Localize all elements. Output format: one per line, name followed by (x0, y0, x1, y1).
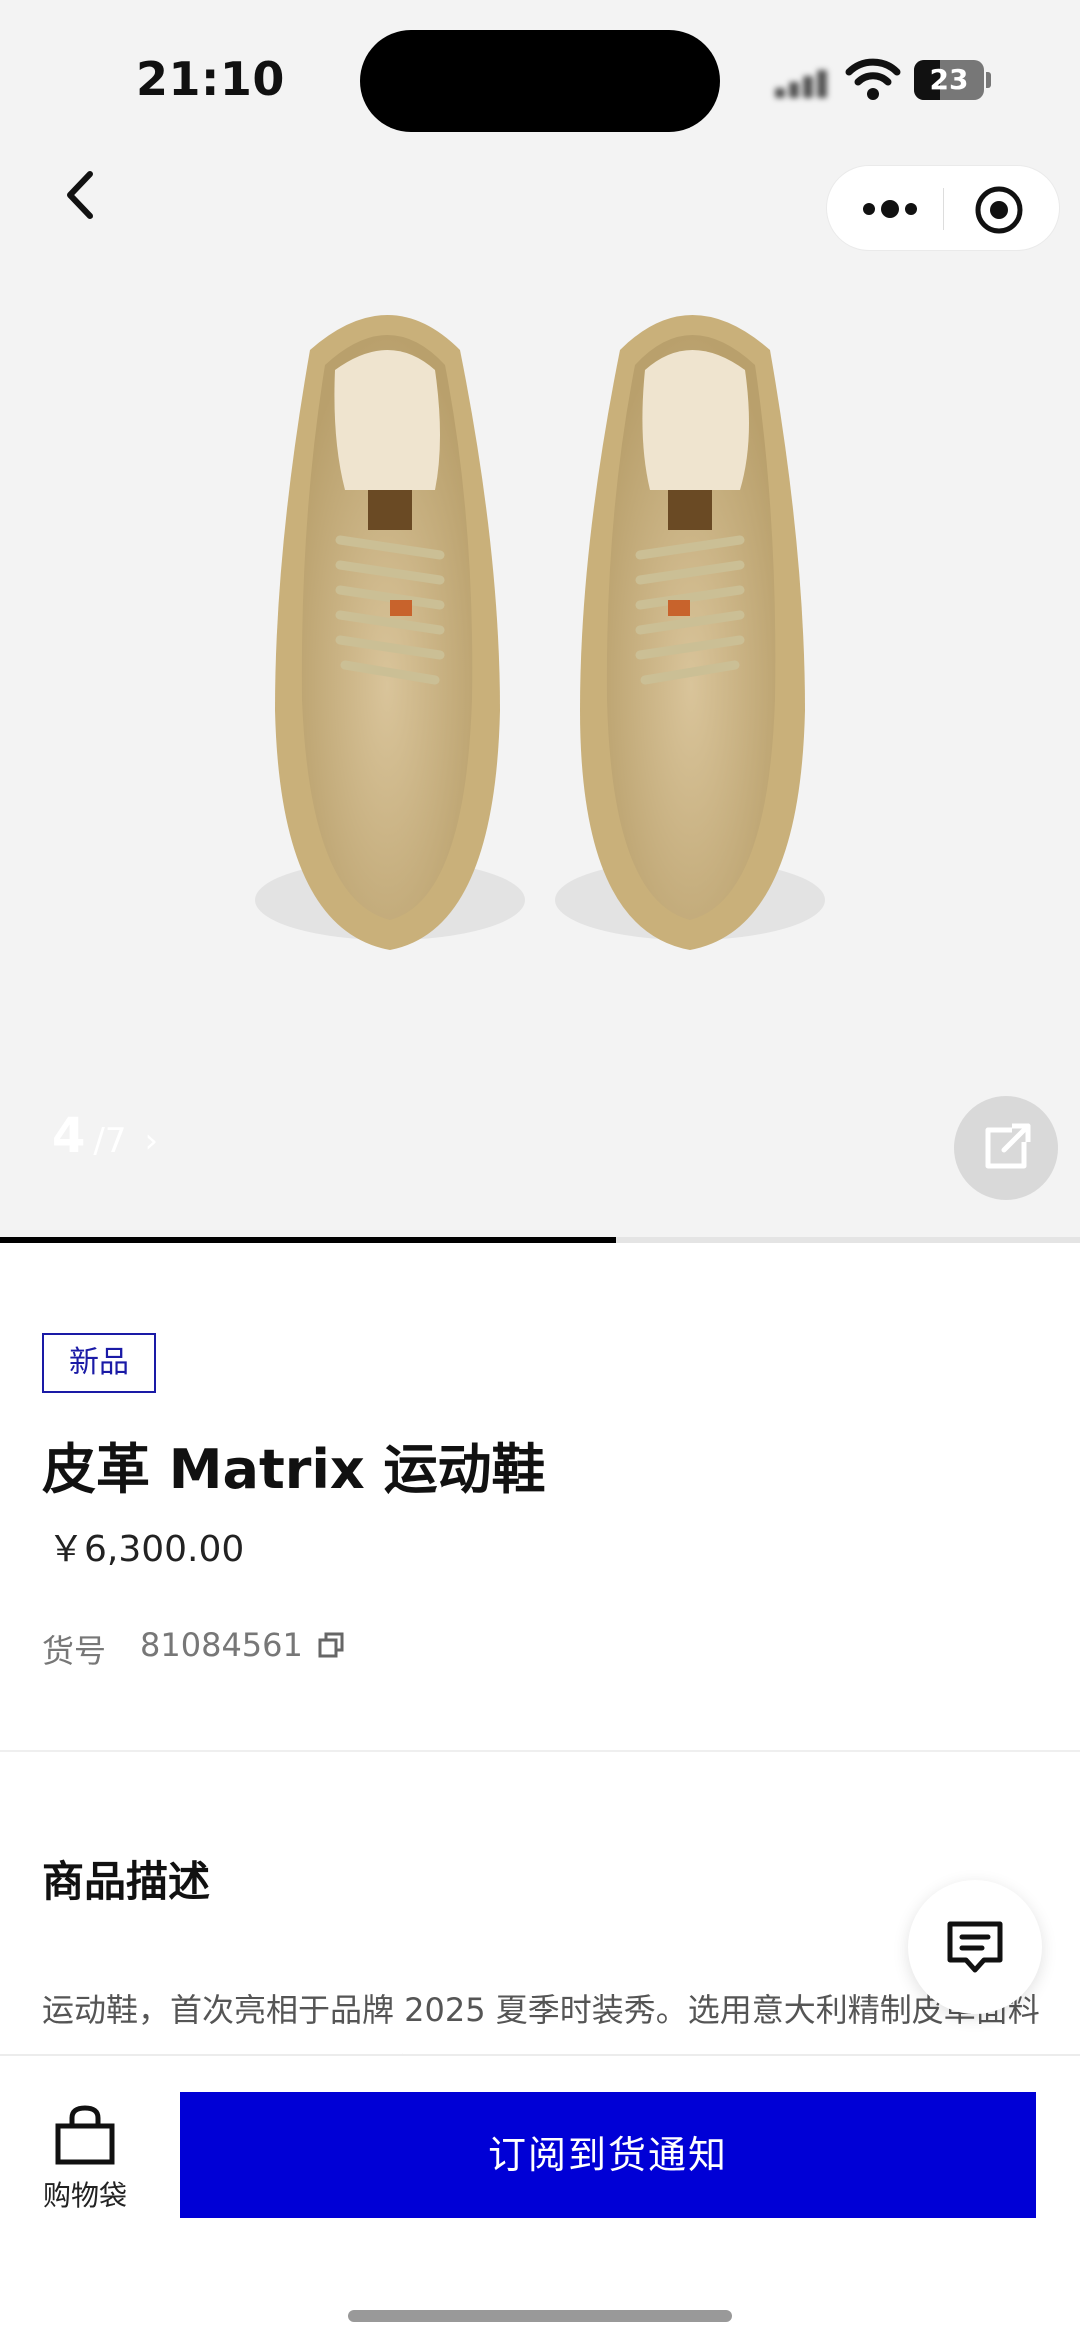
more-icon[interactable] (855, 188, 925, 230)
status-bar: 21:10 23 (0, 0, 1080, 150)
shopping-bag-icon (55, 2105, 115, 2165)
home-indicator[interactable] (348, 2310, 732, 2322)
capsule-divider (943, 188, 944, 230)
gallery-separator: / (93, 1121, 105, 1161)
gallery-progress-fill (0, 1237, 616, 1243)
dynamic-island (360, 30, 720, 132)
product-image-gallery[interactable]: 21:10 23 4 / 7 › (0, 0, 1080, 1240)
product-image (255, 315, 825, 950)
customer-service-button[interactable] (908, 1880, 1042, 2014)
battery-level: 23 (929, 63, 969, 96)
gallery-total: 7 (104, 1121, 127, 1161)
mini-program-capsule (826, 165, 1060, 251)
shopping-bag-label: 购物袋 (42, 2179, 127, 2212)
product-page: 21:10 23 4 / 7 › 新品 皮革 Matrix 运动鞋 ￥6,300… (0, 0, 1080, 2341)
back-icon[interactable] (52, 160, 112, 230)
gallery-progress-track (0, 1237, 1080, 1243)
gallery-current-index: 4 (52, 1108, 86, 1164)
copy-icon[interactable] (316, 1630, 348, 1662)
shopping-bag-button[interactable]: 购物袋 (30, 2104, 140, 2224)
chat-icon (947, 1921, 1003, 1973)
target-icon[interactable] (973, 184, 1025, 236)
new-badge: 新品 (42, 1333, 156, 1393)
sku-value: 81084561 (140, 1626, 303, 1664)
product-price: ￥6,300.00 (48, 1529, 245, 1570)
description-text: 运动鞋，首次亮相于品牌 2025 夏季时装秀。选用意大利精制皮革面料打造，融入同… (42, 1991, 1040, 2060)
battery-tip (986, 72, 991, 88)
share-icon (985, 1123, 1031, 1169)
subscribe-restock-button[interactable]: 订阅到货通知 (180, 2092, 1036, 2218)
sku-label: 货号 (42, 1632, 107, 1670)
signal-icon (775, 68, 835, 98)
gallery-counter[interactable]: 4 / 7 › (52, 1108, 158, 1164)
description-heading: 商品描述 (42, 1857, 211, 1906)
bottom-action-bar: 购物袋 订阅到货通知 (0, 2054, 1080, 2341)
battery-icon: 23 (914, 60, 984, 100)
section-divider (0, 1750, 1080, 1752)
chevron-right-icon: › (144, 1121, 159, 1161)
share-button[interactable] (954, 1096, 1058, 1200)
product-title: 皮革 Matrix 运动鞋 (42, 1438, 546, 1501)
status-time: 21:10 (136, 52, 285, 106)
wifi-icon (845, 58, 901, 100)
